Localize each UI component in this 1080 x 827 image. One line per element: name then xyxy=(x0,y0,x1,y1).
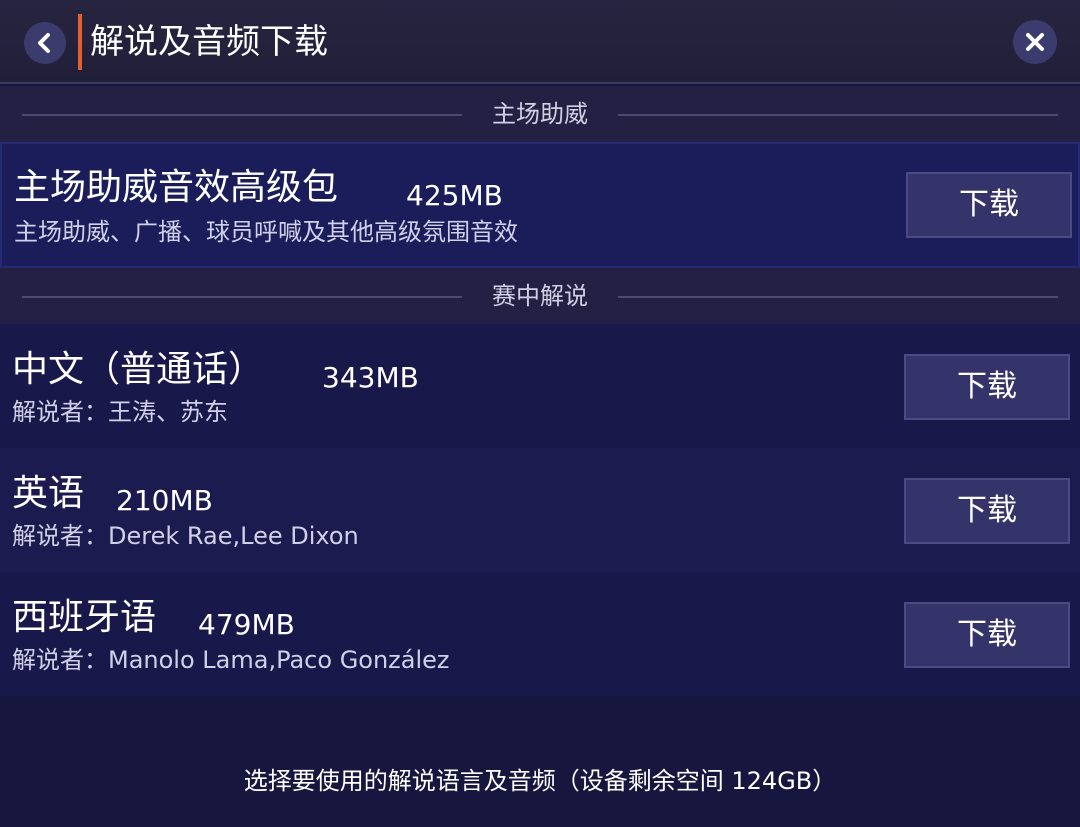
item-name: 西班牙语 xyxy=(12,597,157,638)
list-item-english: 英语 210MB 解说者：Derek Rae,Lee Dixon 下载 xyxy=(0,448,1080,572)
item-description: 解说者：Derek Rae,Lee Dixon xyxy=(12,522,359,550)
section-label: 主场助威 xyxy=(492,100,588,128)
storage-info-text: 选择要使用的解说语言及音频（设备剩余空间 124GB） xyxy=(243,767,837,795)
page-title: 解说及音频下载 xyxy=(90,22,328,62)
item-name: 中文（普通话） xyxy=(12,349,265,390)
title-accent-bar xyxy=(78,14,82,70)
section-label: 赛中解说 xyxy=(492,282,588,310)
item-description: 解说者：Manolo Lama,Paco González xyxy=(12,646,450,674)
list-item-chinese: 中文（普通话） 343MB 解说者：王涛、苏东 下载 xyxy=(0,324,1080,448)
section-header-commentary: 赛中解说 xyxy=(0,268,1080,324)
item-description: 主场助威、广播、球员呼喊及其他高级氛围音效 xyxy=(14,218,518,246)
download-button[interactable]: 下载 xyxy=(906,172,1072,238)
header-bar: 解说及音频下载 xyxy=(0,0,1080,84)
item-size: 479MB xyxy=(198,608,295,641)
item-size: 343MB xyxy=(322,361,419,394)
item-name: 主场助威音效高级包 xyxy=(14,167,339,208)
item-description: 解说者：王涛、苏东 xyxy=(12,398,228,426)
item-size: 425MB xyxy=(406,179,503,212)
list-item-home-support-pack: 主场助威音效高级包 425MB 主场助威、广播、球员呼喊及其他高级氛围音效 下载 xyxy=(0,142,1080,268)
item-name: 英语 xyxy=(12,473,85,514)
download-button[interactable]: 下载 xyxy=(904,354,1070,420)
item-size: 210MB xyxy=(116,484,213,517)
close-icon xyxy=(1026,33,1044,51)
download-button[interactable]: 下载 xyxy=(904,602,1070,668)
close-button[interactable] xyxy=(1013,20,1057,64)
download-button[interactable]: 下载 xyxy=(904,478,1070,544)
section-header-home-support: 主场助威 xyxy=(0,86,1080,142)
chevron-left-icon xyxy=(38,33,50,53)
list-item-spanish: 西班牙语 479MB 解说者：Manolo Lama,Paco González… xyxy=(0,572,1080,696)
back-button[interactable] xyxy=(24,22,66,64)
